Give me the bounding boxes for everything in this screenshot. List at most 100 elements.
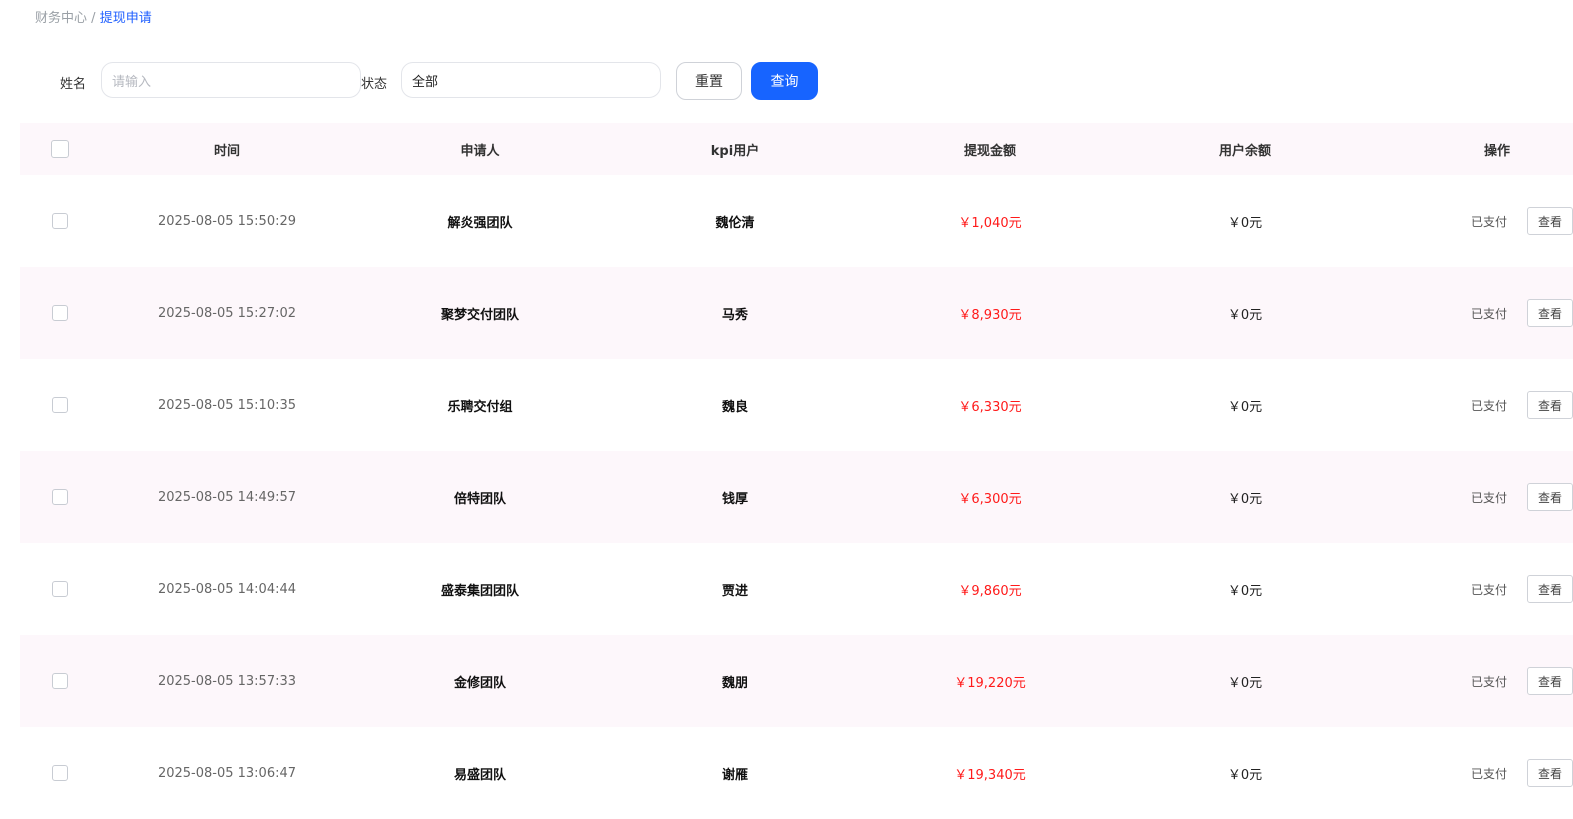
row-amount: ￥19,340元	[954, 767, 1026, 783]
row-kpi-user: 魏朋	[721, 675, 748, 691]
row-checkbox-cell	[50, 359, 70, 451]
select-all-cell	[50, 123, 70, 175]
breadcrumb: 财务中心 / 提现申请	[35, 7, 152, 26]
row-amount: ￥1,040元	[958, 215, 1022, 231]
view-button[interactable]: 查看	[1527, 759, 1573, 787]
row-actions: 已支付 查看	[1405, 267, 1573, 359]
row-balance: ￥0元	[1227, 583, 1263, 599]
row-checkbox-cell	[50, 543, 70, 635]
row-time: 2025-08-05 15:27:02	[157, 305, 297, 321]
withdrawal-table: 时间 申请人 kpi用户 提现金额 用户余额 操作 2025-08-05 15:…	[20, 123, 1573, 819]
filter-bar: 姓名 请输入 状态 全部 重置 查询	[0, 62, 1573, 102]
breadcrumb-parent[interactable]: 财务中心	[35, 11, 87, 26]
status-badge: 已支付	[1470, 582, 1507, 597]
table-row: 2025-08-05 15:10:35 乐聘交付组 魏良 ￥6,330元 ￥0元…	[20, 359, 1573, 451]
row-kpi-user: 钱厚	[721, 491, 748, 507]
select-all-checkbox[interactable]	[51, 140, 69, 158]
table-row: 2025-08-05 14:04:44 盛泰集团团队 贾进 ￥9,860元 ￥0…	[20, 543, 1573, 635]
name-label: 姓名	[60, 77, 87, 92]
row-checkbox[interactable]	[52, 305, 68, 321]
header-action: 操作	[1483, 143, 1510, 159]
row-applicant: 倍特团队	[453, 491, 506, 507]
row-checkbox[interactable]	[52, 581, 68, 597]
view-button[interactable]: 查看	[1527, 483, 1573, 511]
row-applicant: 聚梦交付团队	[440, 307, 519, 323]
row-checkbox[interactable]	[52, 765, 68, 781]
row-actions: 已支付 查看	[1405, 359, 1573, 451]
row-balance: ￥0元	[1227, 215, 1263, 231]
row-checkbox[interactable]	[52, 673, 68, 689]
header-time: 时间	[213, 143, 240, 159]
row-amount: ￥8,930元	[958, 307, 1022, 323]
row-balance: ￥0元	[1227, 399, 1263, 415]
row-actions: 已支付 查看	[1405, 451, 1573, 543]
header-kpi-user: kpi用户	[710, 143, 760, 159]
status-select[interactable]: 全部	[401, 62, 661, 98]
status-badge: 已支付	[1470, 490, 1507, 505]
header-applicant: 申请人	[460, 143, 500, 159]
status-badge: 已支付	[1470, 306, 1507, 321]
row-checkbox[interactable]	[52, 213, 68, 229]
row-actions: 已支付 查看	[1405, 635, 1573, 727]
row-amount: ￥9,860元	[958, 583, 1022, 599]
row-balance: ￥0元	[1227, 767, 1263, 783]
status-badge: 已支付	[1470, 398, 1507, 413]
row-checkbox[interactable]	[52, 489, 68, 505]
row-kpi-user: 谢雁	[721, 767, 748, 783]
status-label: 状态	[361, 77, 388, 92]
row-time: 2025-08-05 15:10:35	[157, 397, 297, 413]
view-button[interactable]: 查看	[1527, 299, 1573, 327]
row-amount: ￥6,330元	[958, 399, 1022, 415]
row-applicant: 金修团队	[453, 675, 506, 691]
view-button[interactable]: 查看	[1527, 575, 1573, 603]
view-button[interactable]: 查看	[1527, 207, 1573, 235]
status-select-value: 全部	[412, 74, 439, 90]
row-time: 2025-08-05 13:06:47	[157, 765, 297, 781]
row-checkbox-cell	[50, 727, 70, 819]
row-checkbox-cell	[50, 451, 70, 543]
row-kpi-user: 魏良	[721, 399, 748, 415]
row-kpi-user: 马秀	[721, 307, 748, 323]
row-kpi-user: 魏伦清	[715, 215, 755, 231]
row-checkbox[interactable]	[52, 397, 68, 413]
row-applicant: 解炎强团队	[447, 215, 513, 231]
table-header: 时间 申请人 kpi用户 提现金额 用户余额 操作	[20, 123, 1573, 175]
header-amount: 提现金额	[963, 143, 1016, 159]
name-input[interactable]: 请输入	[101, 62, 361, 98]
row-actions: 已支付 查看	[1405, 727, 1573, 819]
table-row: 2025-08-05 15:50:29 解炎强团队 魏伦清 ￥1,040元 ￥0…	[20, 175, 1573, 267]
table-row: 2025-08-05 13:57:33 金修团队 魏朋 ￥19,220元 ￥0元…	[20, 635, 1573, 727]
row-time: 2025-08-05 14:04:44	[157, 581, 297, 597]
view-button[interactable]: 查看	[1527, 391, 1573, 419]
status-badge: 已支付	[1470, 674, 1507, 689]
row-kpi-user: 贾进	[721, 583, 748, 599]
status-badge: 已支付	[1470, 766, 1507, 781]
header-balance: 用户余额	[1218, 143, 1271, 159]
row-balance: ￥0元	[1227, 675, 1263, 691]
row-actions: 已支付 查看	[1405, 175, 1573, 267]
row-applicant: 盛泰集团团队	[440, 583, 519, 599]
name-input-placeholder: 请输入	[112, 74, 152, 90]
table-row: 2025-08-05 14:49:57 倍特团队 钱厚 ￥6,300元 ￥0元 …	[20, 451, 1573, 543]
reset-button[interactable]: 重置	[676, 62, 742, 100]
row-amount: ￥19,220元	[954, 675, 1026, 691]
row-time: 2025-08-05 15:50:29	[157, 213, 297, 229]
table-row: 2025-08-05 13:06:47 易盛团队 谢雁 ￥19,340元 ￥0元…	[20, 727, 1573, 819]
breadcrumb-separator: /	[91, 11, 96, 26]
row-time: 2025-08-05 14:49:57	[157, 489, 297, 505]
view-button[interactable]: 查看	[1527, 667, 1573, 695]
row-applicant: 易盛团队	[453, 767, 506, 783]
row-checkbox-cell	[50, 267, 70, 359]
query-button[interactable]: 查询	[751, 62, 818, 100]
row-balance: ￥0元	[1227, 491, 1263, 507]
row-amount: ￥6,300元	[958, 491, 1022, 507]
row-checkbox-cell	[50, 635, 70, 727]
status-badge: 已支付	[1470, 214, 1507, 229]
row-applicant: 乐聘交付组	[447, 399, 513, 415]
table-row: 2025-08-05 15:27:02 聚梦交付团队 马秀 ￥8,930元 ￥0…	[20, 267, 1573, 359]
row-time: 2025-08-05 13:57:33	[157, 673, 297, 689]
breadcrumb-current: 提现申请	[99, 11, 152, 26]
row-checkbox-cell	[50, 175, 70, 267]
row-balance: ￥0元	[1227, 307, 1263, 323]
row-actions: 已支付 查看	[1405, 543, 1573, 635]
